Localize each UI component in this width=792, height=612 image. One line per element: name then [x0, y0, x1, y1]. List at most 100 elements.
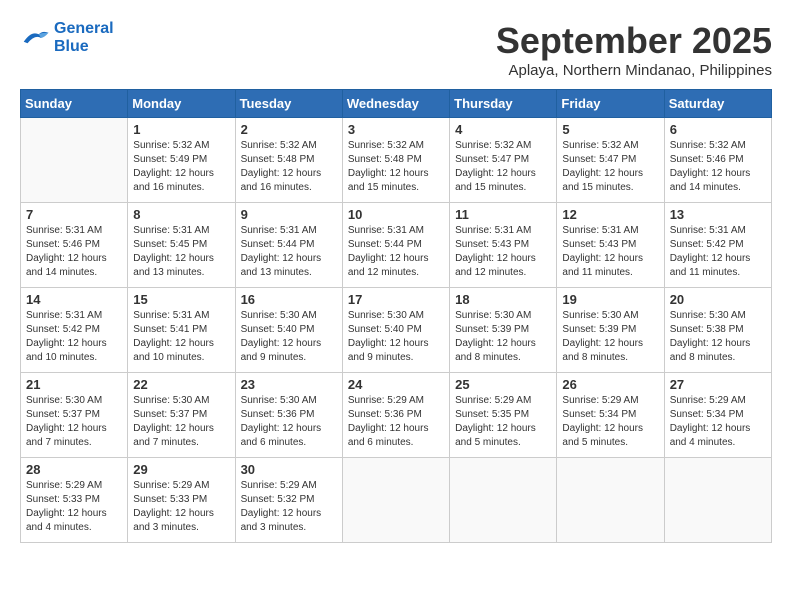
day-info: Sunrise: 5:32 AM Sunset: 5:49 PM Dayligh…	[133, 139, 229, 195]
day-number: 3	[348, 122, 444, 137]
day-number: 26	[562, 377, 658, 392]
calendar-cell: 21Sunrise: 5:30 AM Sunset: 5:37 PM Dayli…	[21, 373, 128, 458]
calendar-cell: 10 Sunrise: 5:31 AM Sunset: 5:44 PM Dayli…	[342, 203, 449, 288]
day-number: 7	[26, 207, 122, 222]
calendar-cell: 8 Sunrise: 5:31 AM Sunset: 5:45 PM Daylig…	[128, 203, 235, 288]
calendar-cell: 6 Sunrise: 5:32 AM Sunset: 5:46 PM Daylig…	[664, 118, 771, 203]
month-title: September 2025	[496, 20, 772, 62]
calendar-cell	[21, 118, 128, 203]
day-info: Sunrise: 5:32 AM Sunset: 5:48 PM Dayligh…	[241, 139, 337, 195]
calendar-cell: 1Sunrise: 5:32 AM Sunset: 5:49 PM Daylig…	[128, 118, 235, 203]
calendar-cell	[557, 458, 664, 543]
day-info: Sunrise: 5:32 AM Sunset: 5:48 PM Dayligh…	[348, 139, 444, 195]
calendar-cell: 20Sunrise: 5:30 AM Sunset: 5:38 PM Dayli…	[664, 288, 771, 373]
day-info: Sunrise: 5:29 AM Sunset: 5:32 PM Dayligh…	[241, 479, 337, 535]
day-of-week-header: Sunday	[21, 90, 128, 118]
day-number: 11	[455, 207, 551, 222]
logo-text: General Blue	[54, 20, 114, 55]
day-number: 13	[670, 207, 766, 222]
day-number: 4	[455, 122, 551, 137]
week-row: 21Sunrise: 5:30 AM Sunset: 5:37 PM Dayli…	[21, 373, 772, 458]
day-info: Sunrise: 5:31 AM Sunset: 5:43 PM Dayligh…	[562, 224, 658, 280]
calendar-cell: 29Sunrise: 5:29 AM Sunset: 5:33 PM Dayli…	[128, 458, 235, 543]
calendar-cell: 24 Sunrise: 5:29 AM Sunset: 5:36 PM Dayli…	[342, 373, 449, 458]
day-number: 21	[26, 377, 122, 392]
day-of-week-header: Tuesday	[235, 90, 342, 118]
day-number: 24	[348, 377, 444, 392]
calendar-cell: 25 Sunrise: 5:29 AM Sunset: 5:35 PM Dayli…	[450, 373, 557, 458]
calendar-cell: 23 Sunrise: 5:30 AM Sunset: 5:36 PM Dayli…	[235, 373, 342, 458]
day-info: Sunrise: 5:30 AM Sunset: 5:39 PM Dayligh…	[455, 309, 551, 365]
calendar-cell: 3 Sunrise: 5:32 AM Sunset: 5:48 PM Daylig…	[342, 118, 449, 203]
week-row: 7Sunrise: 5:31 AM Sunset: 5:46 PM Daylig…	[21, 203, 772, 288]
day-info: Sunrise: 5:31 AM Sunset: 5:42 PM Dayligh…	[670, 224, 766, 280]
day-of-week-header: Wednesday	[342, 90, 449, 118]
calendar-cell: 13 Sunrise: 5:31 AM Sunset: 5:42 PM Dayli…	[664, 203, 771, 288]
calendar-cell: 4Sunrise: 5:32 AM Sunset: 5:47 PM Daylig…	[450, 118, 557, 203]
day-number: 16	[241, 292, 337, 307]
day-number: 9	[241, 207, 337, 222]
day-number: 25	[455, 377, 551, 392]
calendar-cell: 26 Sunrise: 5:29 AM Sunset: 5:34 PM Dayli…	[557, 373, 664, 458]
day-of-week-header: Monday	[128, 90, 235, 118]
calendar-cell: 17 Sunrise: 5:30 AM Sunset: 5:40 PM Dayli…	[342, 288, 449, 373]
calendar-cell: 19Sunrise: 5:30 AM Sunset: 5:39 PM Dayli…	[557, 288, 664, 373]
location: Aplaya, Northern Mindanao, Philippines	[496, 62, 772, 79]
day-number: 14	[26, 292, 122, 307]
week-row: 14 Sunrise: 5:31 AM Sunset: 5:42 PM Dayli…	[21, 288, 772, 373]
calendar-table: SundayMondayTuesdayWednesdayThursdayFrid…	[20, 89, 772, 543]
day-number: 18	[455, 292, 551, 307]
day-info: Sunrise: 5:29 AM Sunset: 5:35 PM Dayligh…	[455, 394, 551, 450]
day-info: Sunrise: 5:30 AM Sunset: 5:40 PM Dayligh…	[348, 309, 444, 365]
calendar-cell: 12 Sunrise: 5:31 AM Sunset: 5:43 PM Dayli…	[557, 203, 664, 288]
day-number: 17	[348, 292, 444, 307]
calendar-cell: 5 Sunrise: 5:32 AM Sunset: 5:47 PM Daylig…	[557, 118, 664, 203]
calendar-cell: 18 Sunrise: 5:30 AM Sunset: 5:39 PM Dayli…	[450, 288, 557, 373]
week-row: 28 Sunrise: 5:29 AM Sunset: 5:33 PM Dayli…	[21, 458, 772, 543]
day-info: Sunrise: 5:31 AM Sunset: 5:44 PM Dayligh…	[348, 224, 444, 280]
day-of-week-header: Thursday	[450, 90, 557, 118]
title-block: September 2025 Aplaya, Northern Mindanao…	[496, 20, 772, 79]
day-number: 2	[241, 122, 337, 137]
day-number: 28	[26, 462, 122, 477]
calendar-cell: 14 Sunrise: 5:31 AM Sunset: 5:42 PM Dayli…	[21, 288, 128, 373]
day-info: Sunrise: 5:31 AM Sunset: 5:45 PM Dayligh…	[133, 224, 229, 280]
day-number: 12	[562, 207, 658, 222]
day-number: 23	[241, 377, 337, 392]
day-info: Sunrise: 5:31 AM Sunset: 5:41 PM Dayligh…	[133, 309, 229, 365]
day-info: Sunrise: 5:31 AM Sunset: 5:42 PM Dayligh…	[26, 309, 122, 365]
calendar-cell: 15 Sunrise: 5:31 AM Sunset: 5:41 PM Dayli…	[128, 288, 235, 373]
calendar-cell: 27Sunrise: 5:29 AM Sunset: 5:34 PM Dayli…	[664, 373, 771, 458]
logo: General Blue	[20, 20, 114, 55]
calendar-cell: 16Sunrise: 5:30 AM Sunset: 5:40 PM Dayli…	[235, 288, 342, 373]
calendar-cell: 30Sunrise: 5:29 AM Sunset: 5:32 PM Dayli…	[235, 458, 342, 543]
day-number: 8	[133, 207, 229, 222]
days-header-row: SundayMondayTuesdayWednesdayThursdayFrid…	[21, 90, 772, 118]
calendar-cell: 2 Sunrise: 5:32 AM Sunset: 5:48 PM Daylig…	[235, 118, 342, 203]
calendar-cell: 11Sunrise: 5:31 AM Sunset: 5:43 PM Dayli…	[450, 203, 557, 288]
calendar-cell: 28 Sunrise: 5:29 AM Sunset: 5:33 PM Dayli…	[21, 458, 128, 543]
day-number: 5	[562, 122, 658, 137]
day-of-week-header: Friday	[557, 90, 664, 118]
day-number: 22	[133, 377, 229, 392]
day-info: Sunrise: 5:29 AM Sunset: 5:33 PM Dayligh…	[133, 479, 229, 535]
calendar-cell	[664, 458, 771, 543]
calendar-cell: 9Sunrise: 5:31 AM Sunset: 5:44 PM Daylig…	[235, 203, 342, 288]
day-info: Sunrise: 5:32 AM Sunset: 5:46 PM Dayligh…	[670, 139, 766, 195]
day-info: Sunrise: 5:29 AM Sunset: 5:34 PM Dayligh…	[562, 394, 658, 450]
calendar-cell	[342, 458, 449, 543]
day-info: Sunrise: 5:29 AM Sunset: 5:33 PM Dayligh…	[26, 479, 122, 535]
day-number: 10	[348, 207, 444, 222]
day-number: 19	[562, 292, 658, 307]
day-info: Sunrise: 5:30 AM Sunset: 5:36 PM Dayligh…	[241, 394, 337, 450]
day-info: Sunrise: 5:32 AM Sunset: 5:47 PM Dayligh…	[562, 139, 658, 195]
calendar-cell: 7Sunrise: 5:31 AM Sunset: 5:46 PM Daylig…	[21, 203, 128, 288]
calendar-cell: 22Sunrise: 5:30 AM Sunset: 5:37 PM Dayli…	[128, 373, 235, 458]
day-info: Sunrise: 5:30 AM Sunset: 5:38 PM Dayligh…	[670, 309, 766, 365]
calendar-cell	[450, 458, 557, 543]
day-info: Sunrise: 5:29 AM Sunset: 5:36 PM Dayligh…	[348, 394, 444, 450]
day-number: 6	[670, 122, 766, 137]
week-row: 1Sunrise: 5:32 AM Sunset: 5:49 PM Daylig…	[21, 118, 772, 203]
day-number: 15	[133, 292, 229, 307]
page-header: General Blue September 2025 Aplaya, Nort…	[20, 20, 772, 79]
